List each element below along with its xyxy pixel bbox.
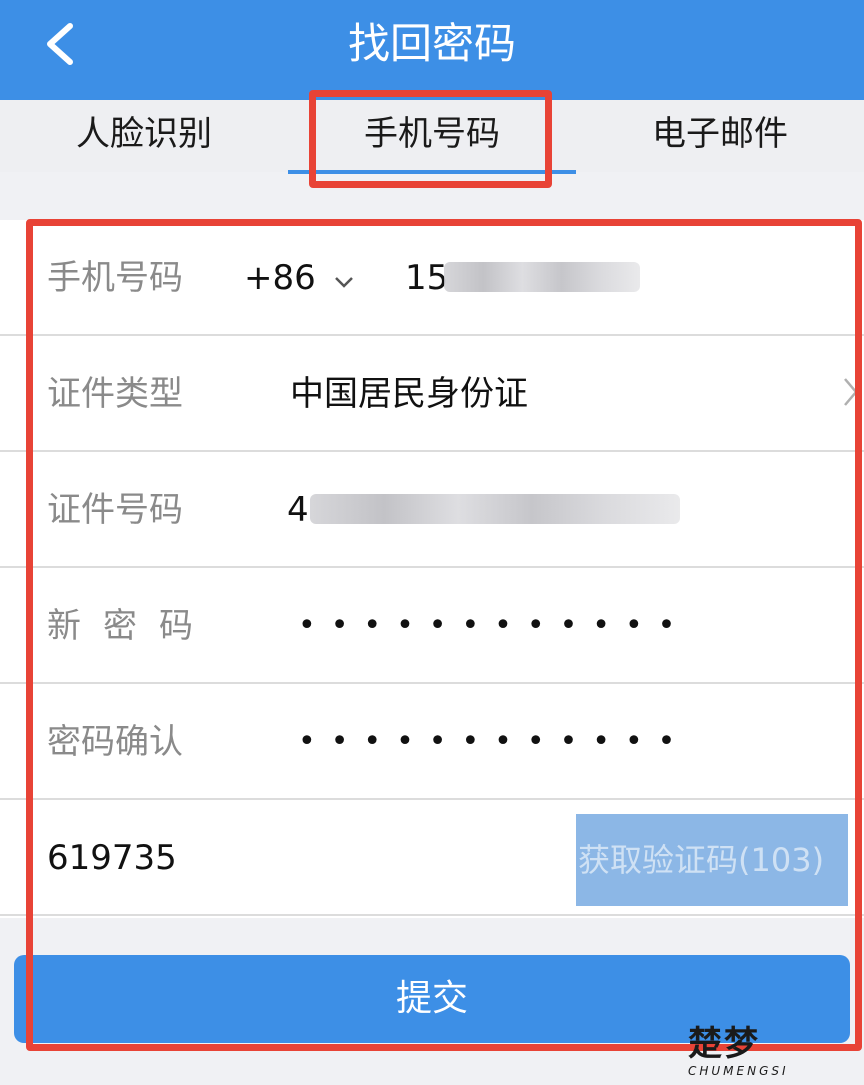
id-type-label: 证件类型: [47, 374, 183, 414]
page-title: 找回密码: [347, 19, 516, 68]
phone-blur: [444, 262, 640, 292]
chevron-right-icon: [844, 378, 858, 406]
active-tab-indicator: [288, 170, 576, 174]
watermark-mark: 楚梦: [688, 1024, 760, 1064]
tab-bar: 人脸识别 手机号码 电子邮件: [0, 100, 864, 172]
verification-code-input[interactable]: 619735: [47, 800, 177, 916]
confirm-password-input[interactable]: ••••••••••••: [298, 684, 690, 800]
tab-email[interactable]: 电子邮件: [576, 100, 864, 172]
country-code-select[interactable]: +86: [244, 220, 355, 336]
confirm-password-row: 密码确认 ••••••••••••: [0, 684, 864, 800]
new-password-input[interactable]: ••••••••••••: [298, 568, 690, 684]
id-number-label: 证件号码: [47, 490, 183, 530]
id-type-row[interactable]: 证件类型 中国居民身份证: [0, 336, 864, 452]
phone-input[interactable]: 15: [405, 220, 448, 336]
id-type-value: 中国居民身份证: [290, 374, 528, 414]
new-password-label: 新密码: [47, 606, 215, 646]
tab-phone-number[interactable]: 手机号码: [288, 100, 576, 172]
tab-face-recognition[interactable]: 人脸识别: [0, 100, 288, 172]
watermark-sub: CHUMENGSI: [688, 1064, 789, 1078]
get-code-button[interactable]: 获取验证码(103): [576, 814, 848, 906]
id-number-input[interactable]: 4: [287, 452, 309, 568]
confirm-password-label: 密码确认: [47, 722, 183, 762]
country-code: +86: [244, 258, 316, 298]
app-header: 找回密码: [0, 0, 864, 100]
id-number-row: 证件号码 4: [0, 452, 864, 568]
phone-label: 手机号码: [47, 258, 183, 298]
id-number-blur: [310, 494, 680, 524]
chevron-down-icon: [334, 277, 353, 288]
watermark-logo: 楚梦 CHUMENGSI: [688, 1024, 858, 1080]
phone-row: 手机号码 +86 15: [0, 220, 864, 336]
new-password-row: 新密码 ••••••••••••: [0, 568, 864, 684]
